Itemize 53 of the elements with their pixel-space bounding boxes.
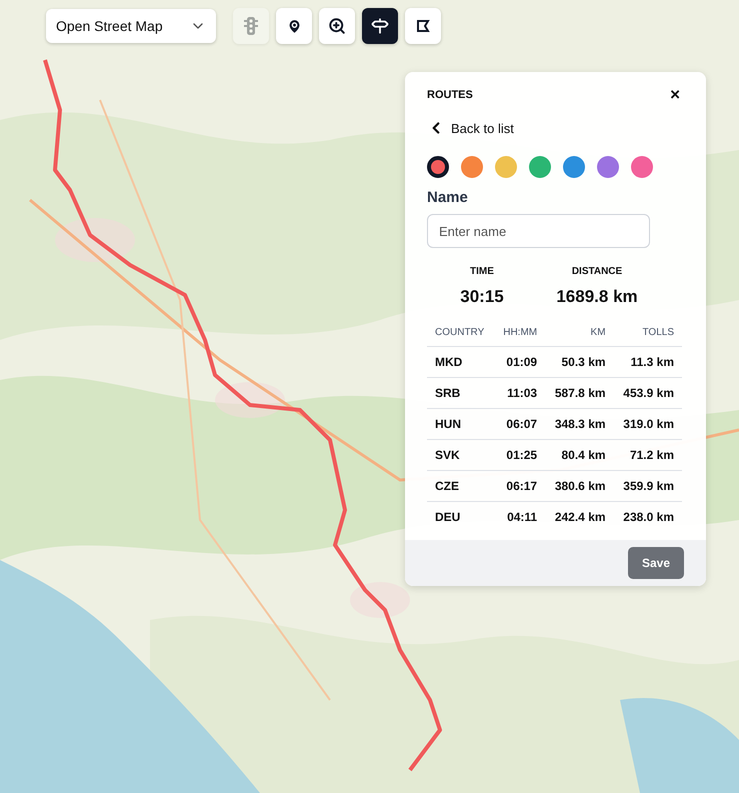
color-swatch[interactable] bbox=[529, 156, 551, 178]
zoom-in-icon bbox=[328, 17, 346, 35]
area-tool-button[interactable] bbox=[405, 8, 441, 44]
map-type-select[interactable]: Open Street Map bbox=[46, 9, 216, 43]
column-header: TOLLS bbox=[614, 327, 682, 346]
table-cell: 06:07 bbox=[494, 408, 546, 440]
zoom-tool-button[interactable] bbox=[319, 8, 355, 44]
polygon-icon bbox=[415, 18, 431, 34]
color-swatch[interactable] bbox=[631, 156, 653, 178]
color-swatch[interactable] bbox=[461, 156, 483, 178]
table-cell: HUN bbox=[427, 408, 494, 440]
summary-label: DISTANCE bbox=[572, 266, 622, 277]
column-header: COUNTRY bbox=[427, 327, 494, 346]
table-cell: 11:03 bbox=[494, 378, 546, 408]
table-cell: 80.4 km bbox=[545, 440, 614, 470]
close-button[interactable]: × bbox=[666, 86, 684, 103]
table-cell: 359.9 km bbox=[614, 470, 682, 502]
table-cell: 01:09 bbox=[494, 346, 546, 378]
signpost-icon bbox=[371, 17, 389, 35]
table-cell: 04:11 bbox=[494, 502, 546, 532]
back-to-list-link[interactable]: Back to list bbox=[427, 119, 514, 137]
table-cell: 319.0 km bbox=[614, 408, 682, 440]
table-cell: 238.0 km bbox=[614, 502, 682, 532]
panel-title: ROUTES bbox=[427, 88, 473, 100]
table-cell: MKD bbox=[427, 346, 494, 378]
summary-value: 1689.8 km bbox=[556, 287, 638, 307]
pin-tool-button[interactable] bbox=[276, 8, 312, 44]
name-input-field[interactable]: Enter name bbox=[427, 214, 650, 248]
table-cell: 71.2 km bbox=[614, 440, 682, 470]
column-header: KM bbox=[545, 327, 614, 346]
table-cell: 380.6 km bbox=[545, 470, 614, 502]
name-label: Name bbox=[427, 189, 469, 206]
table-cell: CZE bbox=[427, 470, 494, 502]
table-cell: 11.3 km bbox=[614, 346, 682, 378]
color-swatch[interactable] bbox=[427, 156, 449, 178]
table-cell: SRB bbox=[427, 378, 494, 408]
table-cell: SVK bbox=[427, 440, 494, 470]
table-cell: 242.4 km bbox=[545, 502, 614, 532]
color-swatch[interactable] bbox=[495, 156, 517, 178]
table-cell: DEU bbox=[427, 502, 494, 532]
color-swatch[interactable] bbox=[597, 156, 619, 178]
summary-value: 30:15 bbox=[460, 287, 504, 307]
table-cell: 348.3 km bbox=[545, 408, 614, 440]
table-cell: 50.3 km bbox=[545, 346, 614, 378]
color-swatch[interactable] bbox=[563, 156, 585, 178]
summary-label: TIME bbox=[470, 266, 494, 277]
column-header: HH:MM bbox=[494, 327, 546, 346]
table-cell: 587.8 km bbox=[545, 378, 614, 408]
table-cell: 01:25 bbox=[494, 440, 546, 470]
route-tool-button[interactable] bbox=[362, 8, 398, 44]
traffic-light-icon bbox=[244, 17, 258, 35]
table-cell: 06:17 bbox=[494, 470, 546, 502]
table-cell: 453.9 km bbox=[614, 378, 682, 408]
